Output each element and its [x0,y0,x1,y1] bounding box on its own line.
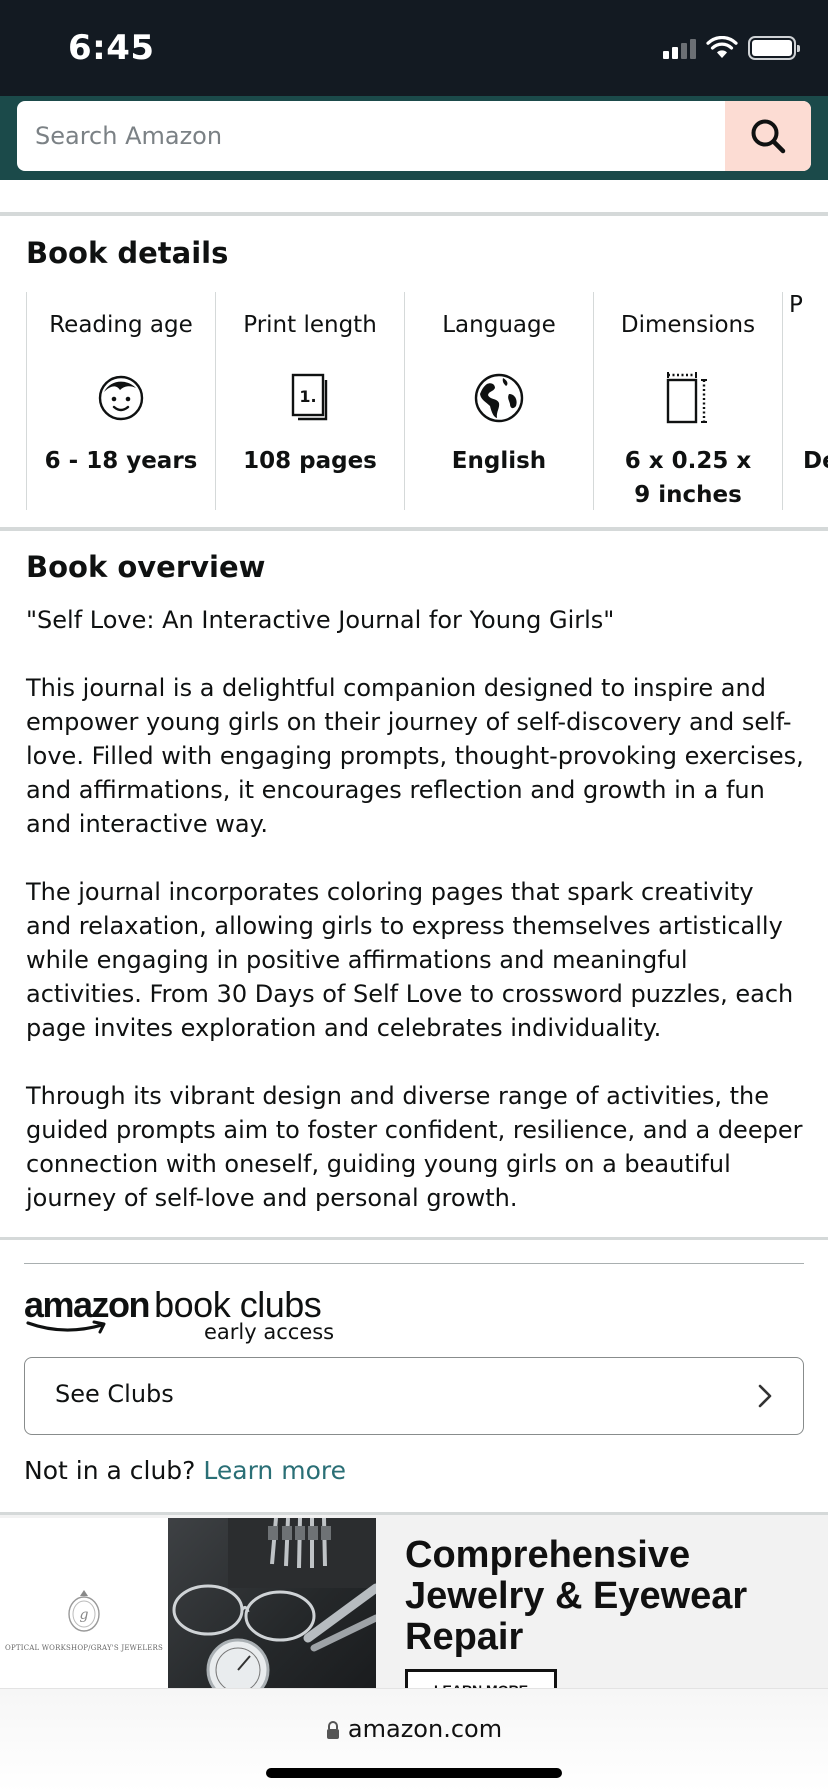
learn-more-link[interactable]: Learn more [203,1456,346,1485]
ad-photo-tools [168,1518,376,1688]
detail-value: 6 - 18 years [44,448,198,474]
section-divider [0,212,828,216]
detail-label: Language [442,312,556,338]
ad-learn-more-button[interactable]: LEARN MORE [405,1669,557,1688]
amazon-book-clubs-logo: amazon book clubs early access [24,1284,334,1344]
overview-paragraph: "Self Love: An Interactive Journal for Y… [26,606,615,634]
detail-value: 6 x 0.25 x 9 inches [624,448,752,508]
book-overview-title: Book overview [26,550,266,584]
search-header [0,96,828,180]
page-count-icon: 1. [291,373,328,421]
url-display: amazon.com [0,1715,828,1743]
not-in-club-text: Not in a club? [24,1456,196,1485]
detail-label: P [789,292,803,318]
detail-language: Language English [404,292,593,510]
section-divider [0,527,828,531]
logo-early-access: early access [204,1320,335,1344]
logo-clubs-word: book clubs [154,1284,322,1325]
status-bar: 6:45 [0,0,828,96]
detail-label: Print length [243,312,377,338]
wifi-icon [706,36,738,58]
dimensions-icon [666,372,707,424]
repair-tools-image [172,1518,376,1688]
detail-publication-partial: P De [782,292,828,510]
logo-amazon-word: amazon [24,1284,151,1325]
detail-value: De [803,448,828,474]
battery-icon [748,36,800,60]
ad-headline: Comprehensive Jewelry & Eyewear Repair [405,1534,748,1658]
url-text: amazon.com [347,1715,503,1743]
child-face-icon [98,375,144,421]
detail-value: 108 pages [243,448,377,474]
detail-value: English [451,448,547,474]
not-in-club-line: Not in a club? Learn more [24,1456,346,1485]
chevron-right-icon [758,1384,772,1408]
status-time: 6:45 [68,28,155,68]
jeweler-crest-icon: g [68,1590,100,1632]
search-box [17,101,811,171]
book-clubs-divider [24,1263,804,1264]
see-clubs-label: See Clubs [55,1380,174,1408]
section-divider [0,1237,828,1240]
detail-reading-age: Reading age 6 - 18 years [26,292,215,510]
see-clubs-button[interactable]: See Clubs [24,1357,804,1435]
detail-label: Dimensions [620,312,756,338]
overview-paragraph: This journal is a delightful companion d… [26,674,804,838]
sponsored-ad-banner[interactable]: g OPTICAL WORKSHOP/GRAY'S JEWELERS Compr… [0,1512,828,1688]
detail-dimensions: Dimensions 6 x 0.25 x 9 inches [593,292,782,510]
cellular-signal-icon [663,37,696,59]
search-input[interactable] [17,101,727,171]
search-button[interactable] [725,101,811,171]
ad-brand-logo: g OPTICAL WORKSHOP/GRAY'S JEWELERS [0,1518,168,1688]
home-indicator[interactable] [266,1768,562,1778]
detail-label: Reading age [49,312,193,338]
book-overview-text: "Self Love: An Interactive Journal for Y… [26,603,806,1249]
book-details-title: Book details [26,236,229,270]
svg-text:g: g [80,1607,89,1623]
svg-text:1.: 1. [299,387,316,406]
ad-logo-text: OPTICAL WORKSHOP/GRAY'S JEWELERS [5,1644,163,1652]
overview-paragraph: Through its vibrant design and diverse r… [26,1082,803,1212]
lock-icon [326,1721,339,1739]
detail-print-length: Print length 1. 108 pages [215,292,404,510]
globe-icon [474,373,524,423]
status-icons [663,36,800,60]
book-details-carousel[interactable]: Reading age 6 - 18 years Print length 1.… [26,292,828,510]
overview-paragraph: The journal incorporates coloring pages … [26,878,794,1042]
search-icon [751,119,786,154]
amazon-smile-icon [26,1320,106,1334]
